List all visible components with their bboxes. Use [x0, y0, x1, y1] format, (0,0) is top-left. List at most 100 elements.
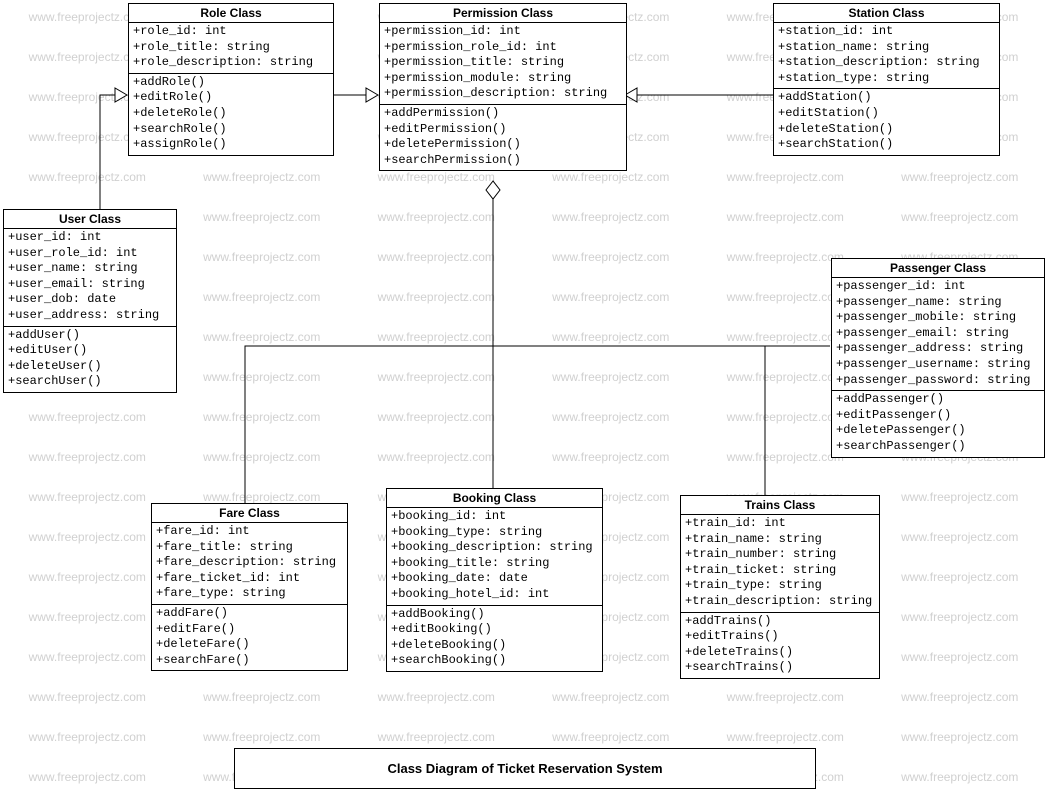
class-attrs: +permission_id: int+permission_role_id: … [380, 23, 626, 105]
attr-line: +role_description: string [133, 55, 329, 71]
attr-line: +addStation() [778, 90, 995, 106]
class-permission: Permission Class +permission_id: int+per… [379, 3, 627, 171]
attr-line: +permission_id: int [384, 24, 622, 40]
attr-line: +fare_id: int [156, 524, 343, 540]
attr-line: +permission_title: string [384, 55, 622, 71]
class-title: Passenger Class [832, 259, 1044, 278]
attr-line: +permission_role_id: int [384, 40, 622, 56]
attr-line: +assignRole() [133, 137, 329, 153]
attr-line: +searchTrains() [685, 660, 875, 676]
attr-line: +booking_hotel_id: int [391, 587, 598, 603]
attr-line: +addUser() [8, 328, 172, 344]
class-attrs: +user_id: int+user_role_id: int+user_nam… [4, 229, 176, 327]
attr-line: +searchUser() [8, 374, 172, 390]
class-title: Station Class [774, 4, 999, 23]
attr-line: +editPassenger() [836, 408, 1040, 424]
class-role: Role Class +role_id: int+role_title: str… [128, 3, 334, 156]
class-trains: Trains Class +train_id: int+train_name: … [680, 495, 880, 679]
attr-line: +role_title: string [133, 40, 329, 56]
attr-line: +passenger_address: string [836, 341, 1040, 357]
attr-line: +station_type: string [778, 71, 995, 87]
attr-line: +fare_ticket_id: int [156, 571, 343, 587]
class-ops: +addPermission()+editPermission()+delete… [380, 105, 626, 170]
attr-line: +deleteTrains() [685, 645, 875, 661]
class-ops: +addFare()+editFare()+deleteFare()+searc… [152, 605, 347, 670]
attr-line: +user_dob: date [8, 292, 172, 308]
class-attrs: +role_id: int+role_title: string+role_de… [129, 23, 333, 74]
attr-line: +editFare() [156, 622, 343, 638]
attr-line: +passenger_id: int [836, 279, 1040, 295]
attr-line: +editUser() [8, 343, 172, 359]
attr-line: +passenger_username: string [836, 357, 1040, 373]
class-user: User Class +user_id: int+user_role_id: i… [3, 209, 177, 393]
attr-line: +deleteUser() [8, 359, 172, 375]
attr-line: +user_name: string [8, 261, 172, 277]
diagram-title-text: Class Diagram of Ticket Reservation Syst… [387, 761, 662, 776]
attr-line: +booking_type: string [391, 525, 598, 541]
attr-line: +booking_date: date [391, 571, 598, 587]
attr-line: +searchStation() [778, 137, 995, 153]
attr-line: +deleteFare() [156, 637, 343, 653]
attr-line: +permission_module: string [384, 71, 622, 87]
class-title: Role Class [129, 4, 333, 23]
class-ops: +addBooking()+editBooking()+deleteBookin… [387, 606, 602, 671]
class-ops: +addUser()+editUser()+deleteUser()+searc… [4, 327, 176, 392]
attr-line: +user_id: int [8, 230, 172, 246]
class-ops: +addTrains()+editTrains()+deleteTrains()… [681, 613, 879, 678]
attr-line: +train_name: string [685, 532, 875, 548]
class-ops: +addPassenger()+editPassenger()+deletePa… [832, 391, 1044, 456]
attr-line: +deletePassenger() [836, 423, 1040, 439]
attr-line: +searchPermission() [384, 153, 622, 169]
attr-line: +train_number: string [685, 547, 875, 563]
attr-line: +train_type: string [685, 578, 875, 594]
attr-line: +editBooking() [391, 622, 598, 638]
class-attrs: +booking_id: int+booking_type: string+bo… [387, 508, 602, 606]
attr-line: +train_ticket: string [685, 563, 875, 579]
attr-line: +user_address: string [8, 308, 172, 324]
attr-line: +fare_type: string [156, 586, 343, 602]
attr-line: +user_email: string [8, 277, 172, 293]
attr-line: +train_id: int [685, 516, 875, 532]
diagram-title: Class Diagram of Ticket Reservation Syst… [234, 748, 816, 789]
attr-line: +passenger_password: string [836, 373, 1040, 389]
attr-line: +station_description: string [778, 55, 995, 71]
attr-line: +booking_title: string [391, 556, 598, 572]
attr-line: +addTrains() [685, 614, 875, 630]
attr-line: +passenger_email: string [836, 326, 1040, 342]
attr-line: +deleteStation() [778, 122, 995, 138]
attr-line: +editPermission() [384, 122, 622, 138]
attr-line: +passenger_name: string [836, 295, 1040, 311]
class-attrs: +train_id: int+train_name: string+train_… [681, 515, 879, 613]
class-booking: Booking Class +booking_id: int+booking_t… [386, 488, 603, 672]
attr-line: +role_id: int [133, 24, 329, 40]
class-title: Booking Class [387, 489, 602, 508]
class-attrs: +passenger_id: int+passenger_name: strin… [832, 278, 1044, 391]
attr-line: +editRole() [133, 90, 329, 106]
class-title: Trains Class [681, 496, 879, 515]
attr-line: +searchRole() [133, 122, 329, 138]
attr-line: +searchBooking() [391, 653, 598, 669]
class-title: User Class [4, 210, 176, 229]
attr-line: +permission_description: string [384, 86, 622, 102]
class-ops: +addRole()+editRole()+deleteRole()+searc… [129, 74, 333, 155]
class-passenger: Passenger Class +passenger_id: int+passe… [831, 258, 1045, 458]
attr-line: +fare_title: string [156, 540, 343, 556]
attr-line: +addPassenger() [836, 392, 1040, 408]
class-ops: +addStation()+editStation()+deleteStatio… [774, 89, 999, 154]
attr-line: +addRole() [133, 75, 329, 91]
class-title: Fare Class [152, 504, 347, 523]
attr-line: +addPermission() [384, 106, 622, 122]
class-attrs: +station_id: int+station_name: string+st… [774, 23, 999, 89]
attr-line: +deleteBooking() [391, 638, 598, 654]
attr-line: +passenger_mobile: string [836, 310, 1040, 326]
class-title: Permission Class [380, 4, 626, 23]
class-station: Station Class +station_id: int+station_n… [773, 3, 1000, 156]
attr-line: +train_description: string [685, 594, 875, 610]
attr-line: +deletePermission() [384, 137, 622, 153]
attr-line: +editTrains() [685, 629, 875, 645]
attr-line: +user_role_id: int [8, 246, 172, 262]
attr-line: +addFare() [156, 606, 343, 622]
attr-line: +station_name: string [778, 40, 995, 56]
attr-line: +booking_description: string [391, 540, 598, 556]
attr-line: +deleteRole() [133, 106, 329, 122]
